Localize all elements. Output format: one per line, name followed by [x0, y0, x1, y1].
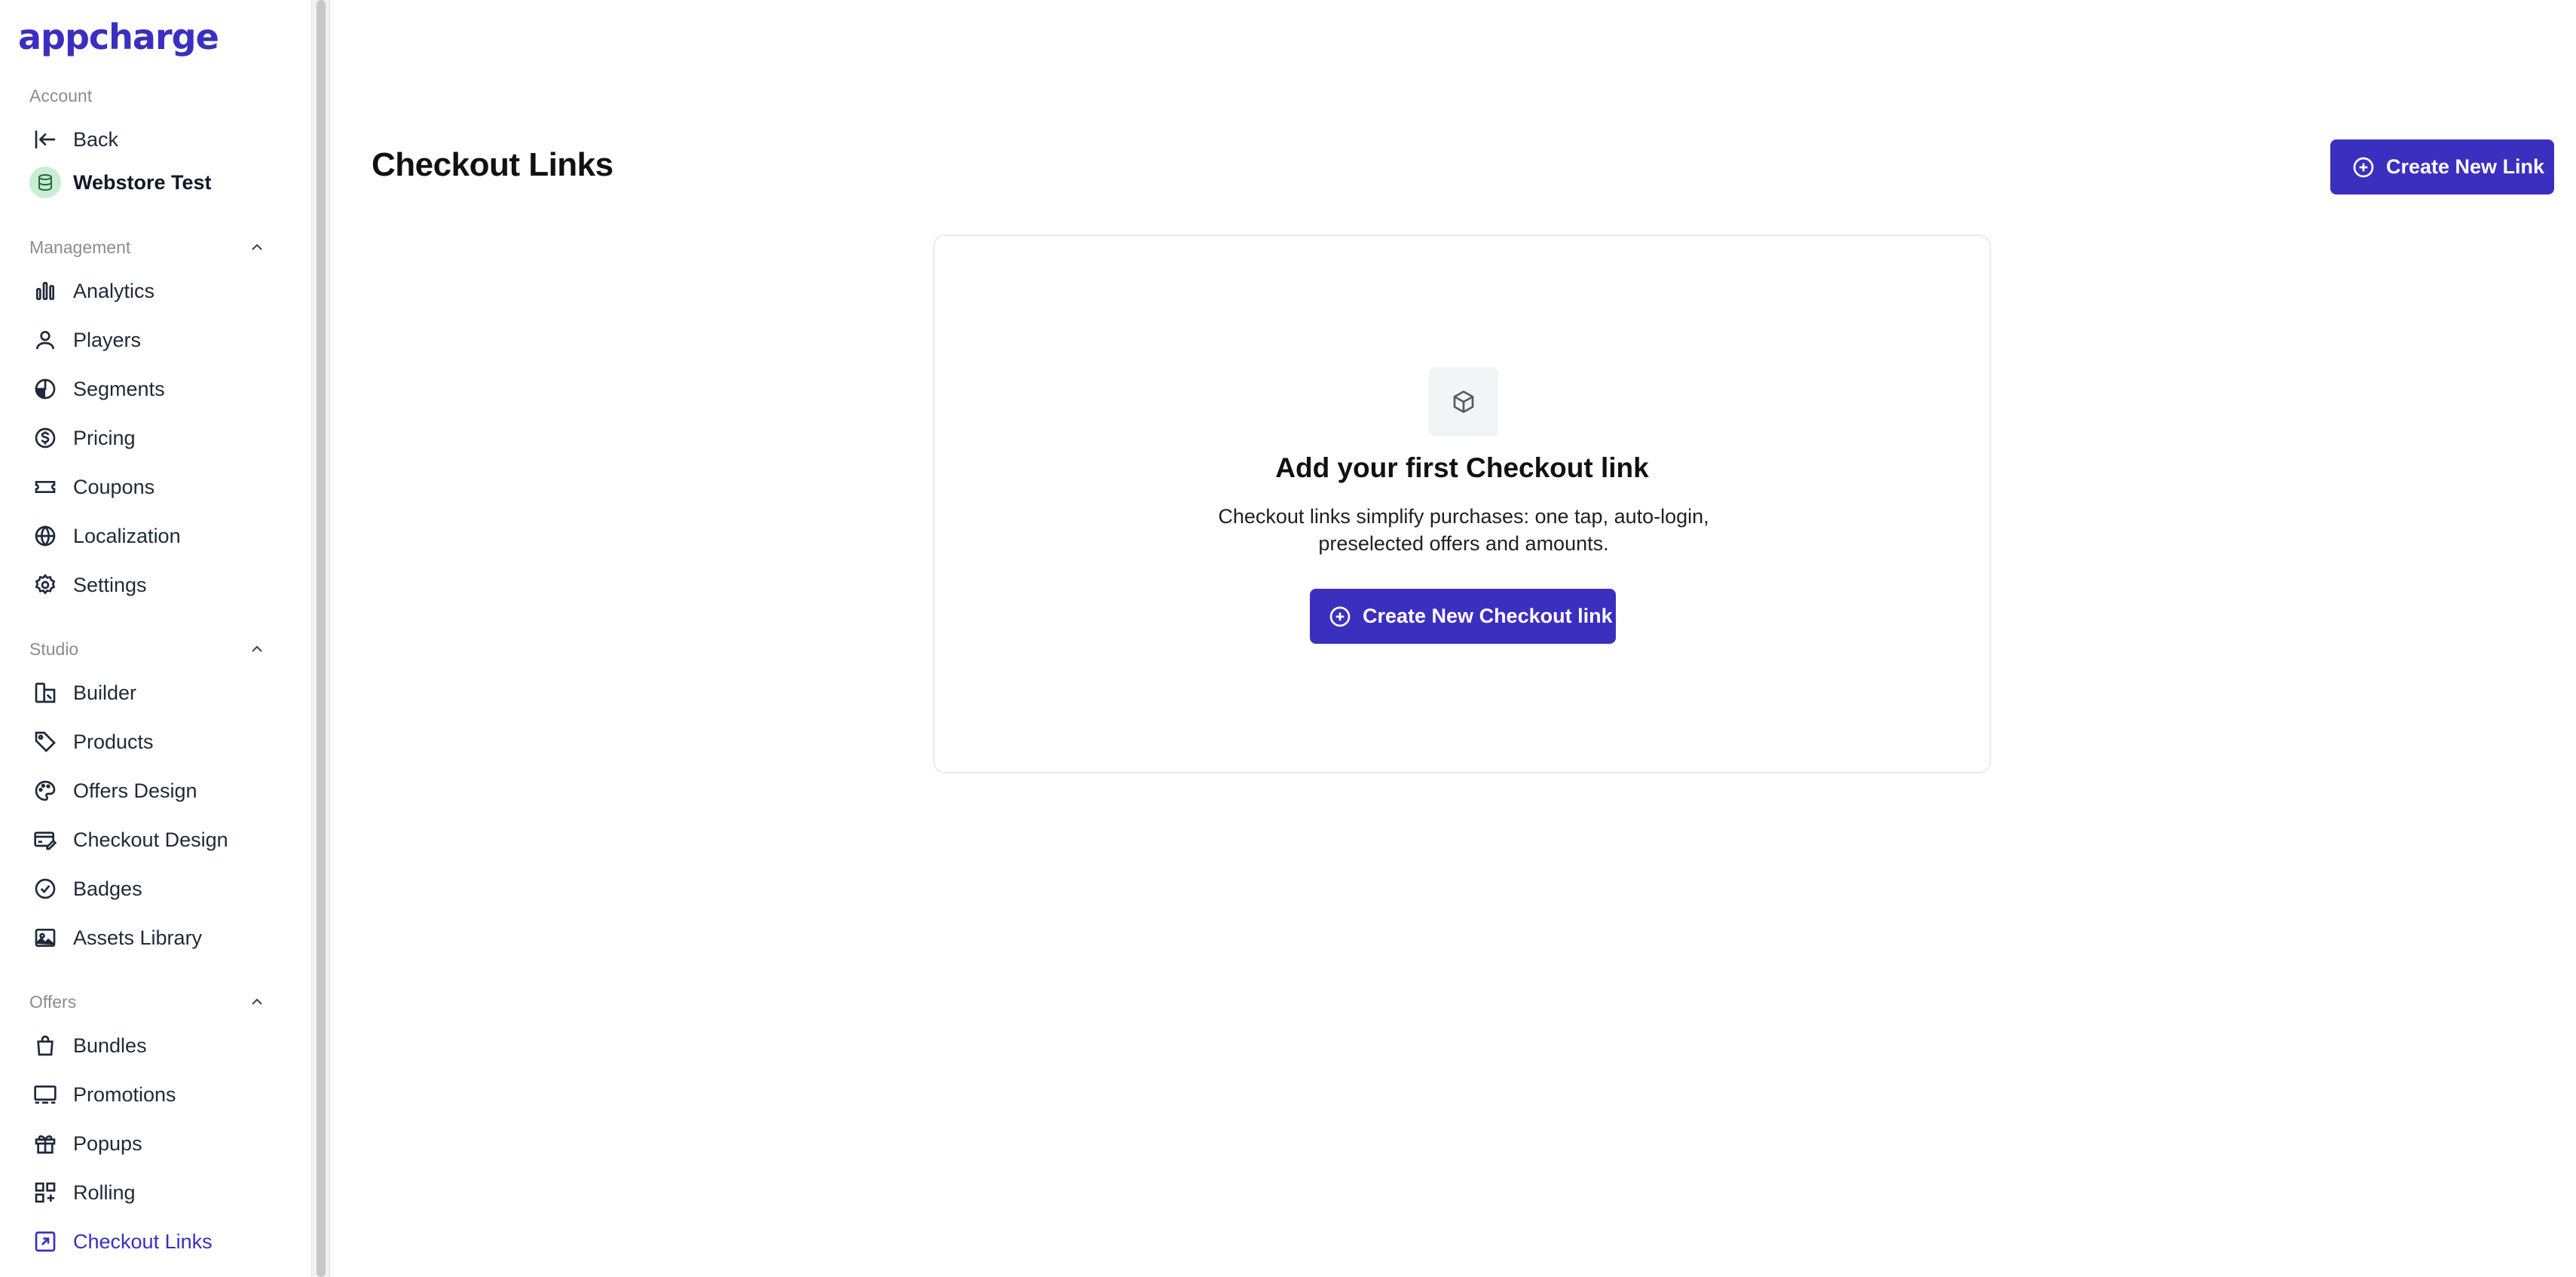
sidebar-item-label: Promotions: [73, 1083, 176, 1106]
sidebar-item-label: Bundles: [73, 1034, 147, 1057]
sidebar-item-offers-design[interactable]: Offers Design: [23, 770, 279, 812]
section-label-account: Account: [29, 86, 268, 106]
sidebar: appcharge Account Back Webstore Test Man…: [0, 0, 312, 1277]
globe-icon: [23, 515, 68, 557]
bag-icon: [23, 1024, 68, 1067]
chevron-up-icon[interactable]: [246, 237, 268, 258]
builder-icon: [23, 672, 68, 714]
sidebar-item-checkout-design[interactable]: Checkout Design: [23, 819, 279, 861]
empty-state-title: Add your first Checkout link: [1275, 452, 1649, 483]
sidebar-item-pricing[interactable]: Pricing: [23, 417, 279, 459]
sidebar-item-label: Coupons: [73, 475, 155, 498]
sidebar-item-label: Segments: [73, 377, 165, 400]
studio-label: Studio: [29, 638, 79, 659]
palette-icon: [23, 770, 68, 812]
appcharge-logo[interactable]: appcharge: [18, 17, 219, 57]
sidebar-item-label: Localization: [73, 524, 181, 547]
sidebar-item-analytics[interactable]: Analytics: [23, 270, 279, 312]
sidebar-item-label: Assets Library: [73, 926, 203, 949]
link-square-icon: [23, 1220, 68, 1263]
section-studio[interactable]: Studio: [29, 638, 268, 660]
section-management[interactable]: Management: [29, 237, 268, 258]
page-title: Checkout Links: [372, 146, 613, 183]
sidebar-item-label: Offers Design: [73, 779, 197, 802]
badge-check-icon: [23, 868, 68, 910]
sidebar-item-back[interactable]: Back: [23, 118, 279, 161]
create-new-checkout-link-label: Create New Checkout link: [1363, 605, 1613, 627]
user-icon: [23, 319, 68, 361]
sidebar-item-promotions[interactable]: Promotions: [23, 1073, 279, 1116]
grid-plus-icon: [23, 1171, 68, 1214]
sidebar-item-label: Webstore Test: [73, 170, 212, 194]
sidebar-item-builder[interactable]: Builder: [23, 672, 279, 714]
sidebar-item-bundles[interactable]: Bundles: [23, 1024, 279, 1067]
offers-label: Offers: [29, 991, 77, 1012]
sidebar-item-label: Rolling: [73, 1181, 136, 1204]
create-new-link-label: Create New Link: [2386, 155, 2545, 178]
section-offers[interactable]: Offers: [29, 991, 268, 1012]
card-edit-icon: [23, 819, 68, 861]
pie-icon: [23, 368, 68, 410]
sidebar-item-workspace[interactable]: Webstore Test: [23, 161, 279, 204]
sidebar-item-label: Pricing: [73, 426, 136, 449]
sidebar-item-label: Popups: [73, 1132, 142, 1155]
account-label: Account: [29, 86, 93, 106]
sidebar-item-players[interactable]: Players: [23, 319, 279, 361]
empty-state-description-line: Checkout links simplify purchases: one t…: [1218, 505, 1709, 528]
tag-icon: [23, 721, 68, 763]
chevron-up-icon[interactable]: [246, 991, 268, 1012]
sidebar-item-coupons[interactable]: Coupons: [23, 466, 279, 508]
plus-circle-icon: [1329, 606, 1351, 626]
dollar-circle-icon: [23, 417, 68, 459]
sidebar-item-label: Players: [73, 328, 142, 351]
sidebar-item-settings[interactable]: Settings: [23, 564, 279, 606]
sidebar-item-localization[interactable]: Localization: [23, 515, 279, 557]
sidebar-item-assets-library[interactable]: Assets Library: [23, 917, 279, 959]
plus-circle-icon: [2353, 157, 2374, 177]
sidebar-item-badges[interactable]: Badges: [23, 868, 279, 910]
back-arrow-icon: [23, 118, 68, 161]
empty-state-description-line: preselected offers and amounts.: [1318, 532, 1609, 555]
sidebar-item-checkout-links[interactable]: Checkout Links: [23, 1220, 279, 1263]
sidebar-item-segments[interactable]: Segments: [23, 368, 279, 410]
empty-state-card: Add your first Checkout link Checkout li…: [933, 234, 1991, 773]
sidebar-item-popups[interactable]: Popups: [23, 1122, 279, 1165]
box-icon: [1429, 367, 1498, 436]
gift-icon: [23, 1122, 68, 1165]
sidebar-item-label: Products: [73, 730, 154, 753]
sidebar-scrollbar-thumb[interactable]: [317, 0, 326, 1277]
sidebar-item-label: Checkout Links: [73, 1230, 213, 1253]
empty-state-description: Checkout links simplify purchases: one t…: [1200, 503, 1727, 557]
sidebar-item-products[interactable]: Products: [23, 721, 279, 763]
sidebar-item-label: Builder: [73, 681, 137, 704]
sidebar-item-label: Back: [73, 127, 119, 151]
sidebar-item-label: Checkout Design: [73, 828, 228, 851]
gear-icon: [23, 564, 68, 606]
create-new-link-button[interactable]: Create New Link: [2330, 139, 2554, 194]
sidebar-item-label: Analytics: [73, 279, 155, 302]
database-icon: [29, 167, 61, 198]
ticket-icon: [23, 466, 68, 508]
promotion-icon: [23, 1073, 68, 1116]
management-label: Management: [29, 237, 131, 257]
create-new-checkout-link-button[interactable]: Create New Checkout link: [1310, 589, 1616, 644]
image-icon: [23, 917, 68, 959]
chevron-up-icon[interactable]: [246, 638, 268, 660]
sidebar-item-rolling[interactable]: Rolling: [23, 1171, 279, 1214]
bar-chart-icon: [23, 270, 68, 312]
sidebar-item-label: Settings: [73, 573, 147, 596]
sidebar-item-label: Badges: [73, 877, 142, 900]
